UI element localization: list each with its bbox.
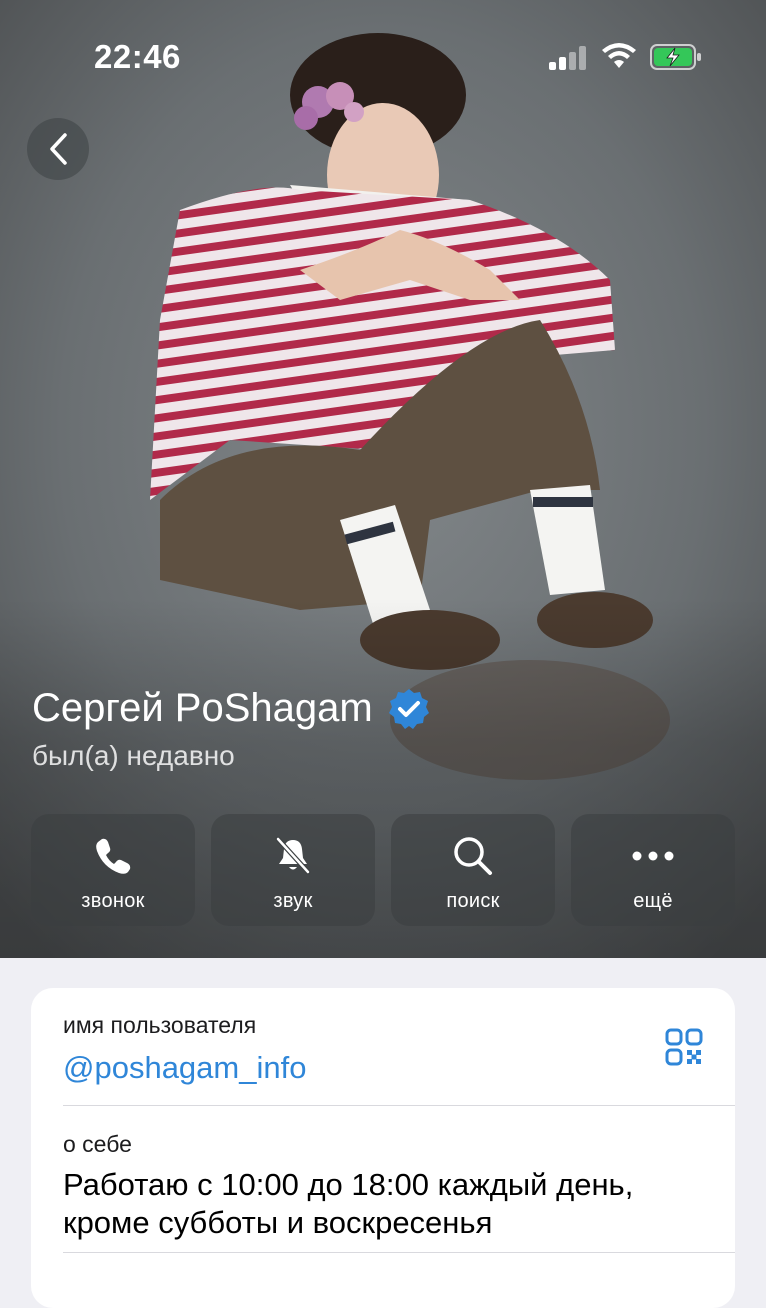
status-bar: 22:46 <box>0 0 766 110</box>
profile-info-card: имя пользователя @poshagam_info о себе Р… <box>31 988 735 1308</box>
divider <box>63 1105 735 1106</box>
search-label: поиск <box>446 890 500 912</box>
cellular-signal-icon <box>549 46 586 70</box>
profile-header: 22:46 Сергей PoShagam был(а) недавно зво… <box>0 0 766 958</box>
profile-name: Сергей PoShagam <box>32 686 373 730</box>
battery-icon <box>650 44 701 70</box>
search-button[interactable]: поиск <box>391 814 555 926</box>
chevron-left-icon <box>50 133 67 165</box>
about-text: Работаю с 10:00 до 18:00 каждый день, кр… <box>63 1167 634 1240</box>
divider <box>63 1252 735 1253</box>
verified-badge-icon[interactable] <box>387 687 431 731</box>
call-button[interactable]: звонок <box>31 814 195 926</box>
username-link[interactable]: @poshagam_info <box>63 1050 306 1086</box>
more-button[interactable]: ещё <box>571 814 735 926</box>
about-label: о себе <box>63 1131 132 1157</box>
qr-code-icon[interactable] <box>665 1028 703 1066</box>
status-time: 22:46 <box>94 38 181 75</box>
search-icon <box>451 834 495 878</box>
last-seen-status: был(а) недавно <box>32 740 235 771</box>
more-icon <box>631 834 675 878</box>
back-button[interactable] <box>27 118 89 180</box>
username-label: имя пользователя <box>63 1012 257 1038</box>
wifi-icon <box>602 43 636 68</box>
bell-off-icon <box>271 834 315 878</box>
profile-name-row: Сергей PoShagam <box>32 686 431 731</box>
call-label: звонок <box>81 890 145 912</box>
sound-button[interactable]: звук <box>211 814 375 926</box>
action-buttons: звонок звук поиск ещё <box>31 814 735 926</box>
sound-label: звук <box>273 890 313 912</box>
phone-icon <box>91 834 135 878</box>
more-label: ещё <box>633 890 673 912</box>
